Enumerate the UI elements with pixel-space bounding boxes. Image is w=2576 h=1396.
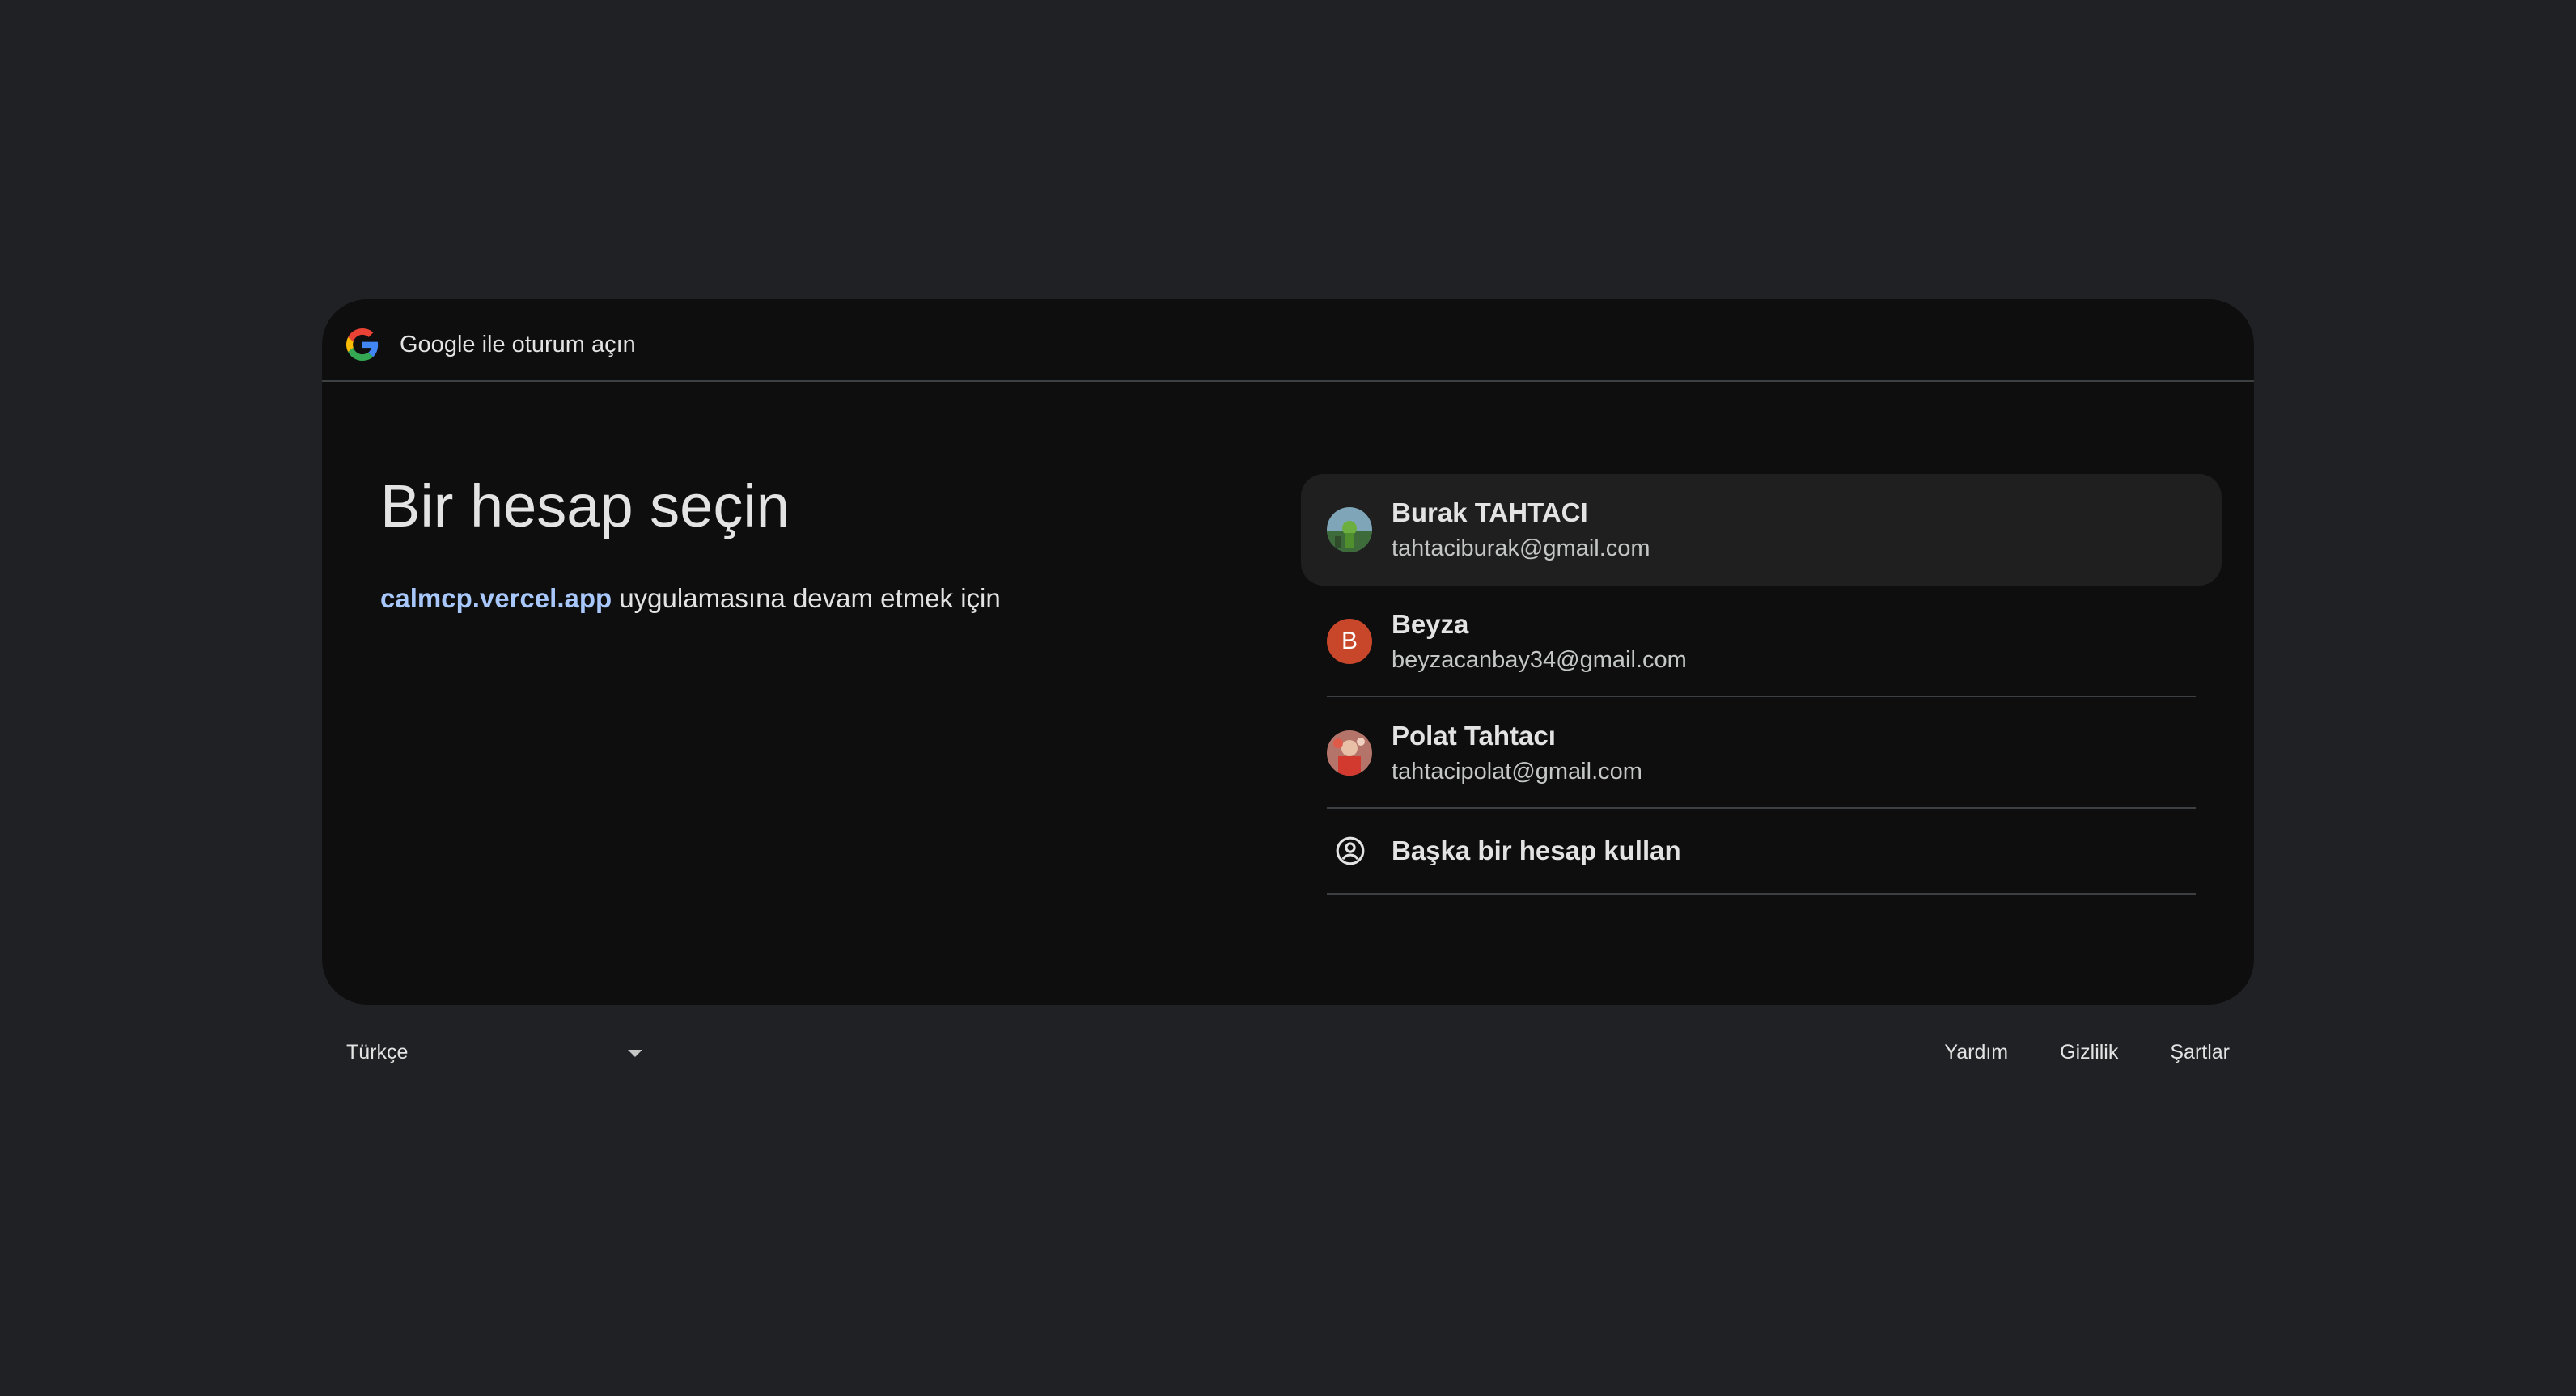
footer: Türkçe Yardım Gizlilik Şartlar — [322, 1024, 2254, 1089]
language-select[interactable]: Türkçe — [346, 1034, 642, 1072]
account-email: tahtacipolat@gmail.com — [1392, 759, 1642, 785]
help-link[interactable]: Yardım — [1892, 1039, 2008, 1066]
account-email: beyzacanbay34@gmail.com — [1392, 647, 1687, 673]
account-name: Burak TAHTACI — [1392, 497, 1588, 527]
account-email: tahtaciburak@gmail.com — [1392, 535, 1650, 561]
avatar-photo-icon — [1327, 507, 1372, 552]
account-circle-icon — [1336, 836, 1365, 865]
google-g-icon — [346, 328, 379, 361]
use-another-account-button[interactable]: Başka bir hesap kullan — [1301, 809, 2222, 895]
account-item-polat[interactable]: Polat Tahtacı tahtacipolat@gmail.com — [1301, 697, 2222, 809]
chevron-down-icon — [628, 1050, 642, 1057]
account-list: Burak TAHTACI tahtaciburak@gmail.com B B… — [1301, 474, 2222, 895]
avatar-photo-icon — [1327, 730, 1372, 776]
header-title: Google ile oturum açın — [400, 332, 636, 357]
divider — [1327, 893, 2196, 895]
use-another-account-label: Başka bir hesap kullan — [1392, 835, 1681, 865]
footer-links: Yardım Gizlilik Şartlar — [1892, 1039, 2230, 1066]
privacy-link[interactable]: Gizlilik — [2008, 1039, 2118, 1066]
sign-in-card: Google ile oturum açın Bir hesap seçin c… — [322, 299, 2254, 1005]
account-name: Polat Tahtacı — [1392, 721, 1556, 751]
avatar — [1327, 507, 1372, 552]
language-label: Türkçe — [346, 1041, 409, 1064]
avatar — [1327, 730, 1372, 776]
terms-link[interactable]: Şartlar — [2118, 1039, 2230, 1066]
page-title: Bir hesap seçin — [380, 472, 790, 539]
subtitle-text: uygulamasına devam etmek için — [612, 583, 1001, 613]
subtitle: calmcp.vercel.app uygulamasına devam etm… — [380, 579, 1001, 618]
card-header: Google ile oturum açın — [322, 299, 2254, 382]
account-item-burak[interactable]: Burak TAHTACI tahtaciburak@gmail.com — [1301, 474, 2222, 586]
avatar: B — [1327, 619, 1372, 664]
account-name: Beyza — [1392, 609, 1469, 639]
account-item-beyza[interactable]: B Beyza beyzacanbay34@gmail.com — [1301, 586, 2222, 697]
app-link[interactable]: calmcp.vercel.app — [380, 583, 612, 613]
